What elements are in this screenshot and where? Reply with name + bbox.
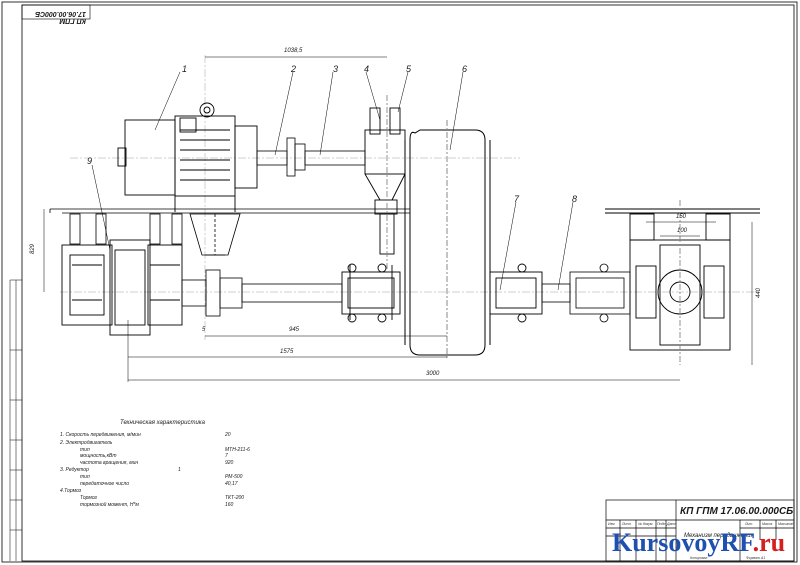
watermark-logo: KursovoyRF.ru [612,528,785,558]
callout-5: 5 [406,64,412,74]
spec-value: ТКТ-200 [225,495,245,501]
spec-label: 3. Редуктор [60,467,89,473]
spec-label: 2. Электродвигатель [60,440,113,446]
spec-label: тормозной момент, Н*м [80,502,139,508]
callout-6: 6 [462,64,468,74]
dim-1575: 1575 [280,349,294,355]
dim-3000: 3000 [426,371,440,377]
spec-value: 7 [225,453,228,459]
spec-value: РМ-500 [225,474,243,480]
tb-cell-massa: Масса [762,522,773,526]
spec-value: 40,17 [225,481,238,487]
spec-value: 20 [225,432,231,438]
callout-3: 3 [333,64,339,74]
callout-8: 8 [572,194,578,204]
spec-label: 1. Скорость передвижения, м/мин [60,432,141,438]
tb-cell-podp: Подп. [657,522,667,526]
spec-value: 160 [225,502,234,508]
dim-1038: 1038,5 [284,48,303,54]
dim-150: 150 [676,214,687,220]
spec-label: мощность,кВт [80,453,117,459]
tb-cell-lit: Лит. [745,522,754,526]
watermark-suffix: .ru [752,528,786,557]
callout-1: 1 [182,64,188,74]
spec-label: частота вращения, мин [80,460,139,466]
tb-cell-scale: Масштаб [778,522,795,526]
callout-2: 2 [291,64,297,74]
callout-9: 9 [87,156,93,166]
dim-829: 829 [30,243,37,255]
spec-label: тип [80,474,90,480]
dim-5: 5 [202,327,206,333]
spec-label: Тормоз [80,495,97,501]
spec-value: 920 [225,460,234,466]
tb-cell-doc: № докум. [638,522,654,526]
dim-440: 440 [756,287,763,299]
dim-100: 100 [677,228,688,234]
tb-cell-izm: Изм [608,522,615,526]
spec-label: передаточное число [80,481,130,487]
spec-value: МТН-211-6 [225,447,250,453]
spec-value: 1 [178,467,181,473]
callout-7: 7 [514,194,520,204]
dim-945: 945 [289,327,300,333]
tb-cell-data: Дата [667,522,677,526]
specs-title: Техническая характеристика [120,420,205,426]
title-block-code: КП ГПМ 17.06.00.000СБ [680,506,794,517]
callout-4: 4 [364,64,370,74]
watermark-main: KursovoyRF [612,528,753,557]
tb-cell-list: Лист [622,522,632,526]
spec-label: 4.Тормоз [60,488,82,494]
corner-drawing-code: КП ГПМ 17.06.00.000СБ [35,10,86,24]
